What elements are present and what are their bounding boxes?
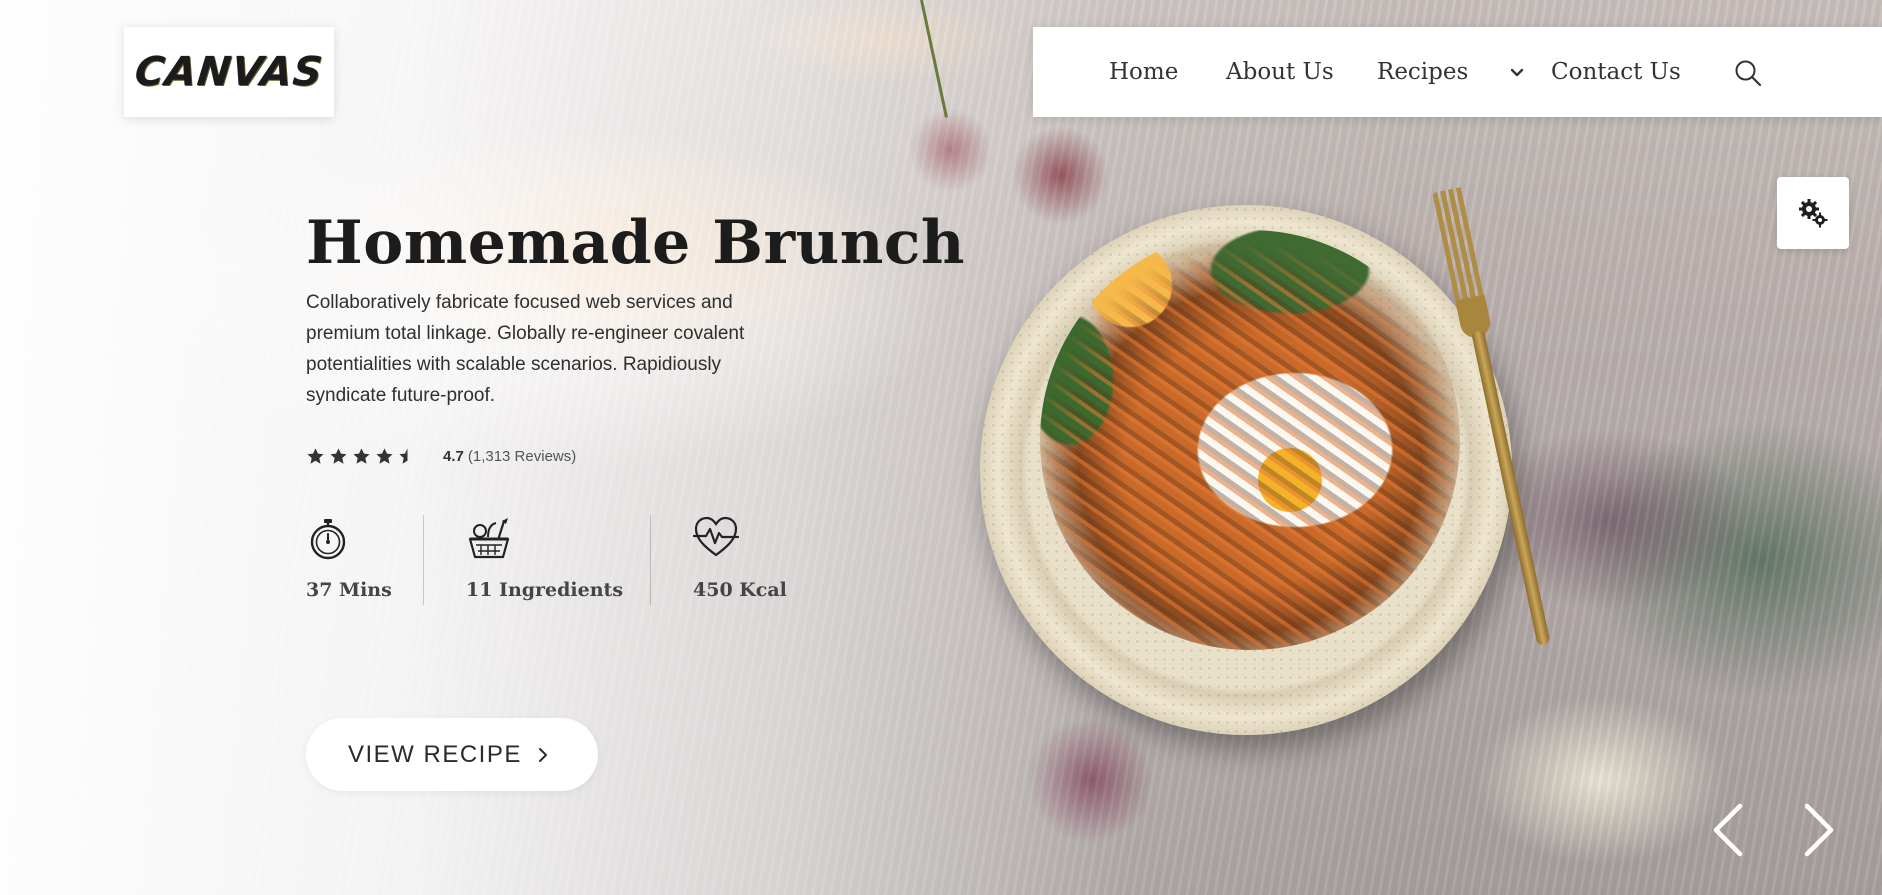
nav-item-contact-us[interactable]: Contact Us <box>1551 27 1681 117</box>
view-recipe-button[interactable]: VIEW RECIPE <box>306 718 598 791</box>
site-logo[interactable]: CANVAS <box>124 27 334 117</box>
stat-label: 450 Kcal <box>693 579 787 601</box>
slider-prev-arrow-icon[interactable] <box>1708 802 1748 858</box>
stat-label: 11 Ingredients <box>466 579 624 601</box>
star-full-icon <box>330 447 347 464</box>
recipe-title: Homemade Brunch <box>306 208 965 278</box>
nav-item-recipes[interactable]: Recipes <box>1377 27 1524 117</box>
recipe-description: Collaboratively fabricate focused web se… <box>306 292 745 406</box>
rating-count: (1,313 Reviews) <box>467 447 577 465</box>
main-nav: Home About Us Recipes Contact Us <box>1033 27 1882 117</box>
nav-item-recipes-label: Recipes <box>1377 59 1469 85</box>
hero-background-image <box>0 0 1882 895</box>
star-half-icon <box>399 447 408 464</box>
chevron-down-icon <box>1510 68 1524 77</box>
plate-food-image <box>1040 230 1460 650</box>
slider-next-arrow-icon[interactable] <box>1799 802 1839 858</box>
settings-button[interactable] <box>1777 177 1849 249</box>
stat-divider <box>423 515 424 605</box>
nav-item-home[interactable]: Home <box>1109 27 1178 117</box>
gears-icon <box>1799 199 1828 228</box>
nav-item-about-us[interactable]: About Us <box>1226 27 1334 117</box>
view-recipe-label: VIEW RECIPE <box>348 740 522 768</box>
star-full-icon <box>307 447 324 464</box>
star-full-icon <box>376 447 393 464</box>
ingredients-basket-icon <box>468 518 510 559</box>
stopwatch-icon <box>310 519 346 560</box>
logo-text: CANVAS <box>132 49 326 95</box>
stat-label: 37 Mins <box>306 579 392 601</box>
chevron-right-icon <box>538 747 547 762</box>
heart-rate-icon <box>693 516 739 557</box>
rating-value: 4.7 <box>443 447 464 465</box>
star-full-icon <box>353 447 370 464</box>
stat-divider <box>650 515 651 605</box>
rating-stars <box>306 447 417 466</box>
recipe-rating: 4.7 (1,313 Reviews) <box>306 444 576 468</box>
search-icon[interactable] <box>1733 58 1763 88</box>
